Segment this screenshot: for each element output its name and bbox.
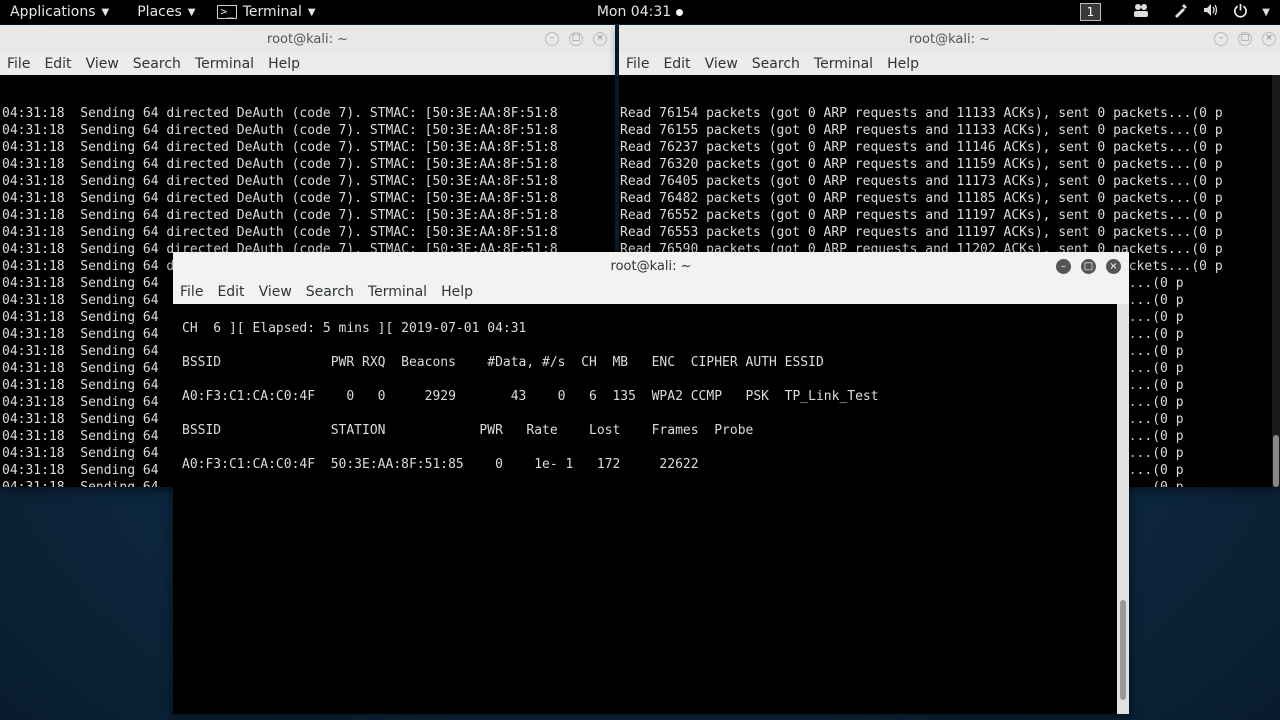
places-menu[interactable]: Places ▼ — [137, 0, 195, 24]
output-line: 04:31:18 Sending 64 directed DeAuth (cod… — [2, 157, 558, 172]
output-line: A0:F3:C1:CA:C0:4F 50:3E:AA:8F:51:85 0 1e… — [182, 457, 699, 472]
terminal-empty-area — [173, 484, 1115, 714]
chevron-down-icon: ▼ — [187, 6, 196, 18]
window-title: root@kali: ~ — [909, 31, 990, 47]
menu-help[interactable]: Help — [434, 284, 480, 300]
menu-file[interactable]: File — [0, 56, 37, 72]
scrollbar-thumb[interactable] — [1120, 600, 1126, 700]
menubar: File Edit View Search Terminal Help — [0, 53, 615, 75]
terminal-app-menu[interactable]: >_ Terminal ▼ — [217, 0, 316, 24]
menu-help[interactable]: Help — [880, 56, 926, 72]
output-line: 04:31:18 Sending 64 directed DeAuth (cod… — [2, 225, 558, 240]
close-icon[interactable]: × — [1262, 32, 1276, 46]
output-line: 04:31:18 Sending 64 directed DeAuth (cod… — [2, 208, 558, 223]
menu-terminal[interactable]: Terminal — [807, 56, 880, 72]
menu-view[interactable]: View — [252, 284, 299, 300]
output-line: BSSID PWR RXQ Beacons #Data, #/s CH MB E… — [182, 355, 824, 370]
close-icon[interactable]: × — [1106, 258, 1121, 274]
output-line: A0:F3:C1:CA:C0:4F 0 0 2929 43 0 6 135 WP… — [182, 389, 879, 404]
window-title: root@kali: ~ — [610, 258, 692, 274]
menubar: File Edit View Search Terminal Help — [173, 280, 1129, 304]
output-line: 04:31:18 Sending 64 directed DeAuth (cod… — [2, 174, 558, 189]
close-icon[interactable]: × — [593, 32, 607, 46]
chevron-down-icon: ▼ — [307, 6, 316, 18]
menu-terminal[interactable]: Terminal — [188, 56, 261, 72]
clock-label: Mon 04:31 — [596, 4, 672, 20]
titlebar[interactable]: root@kali: ~ – □ × — [619, 25, 1280, 53]
output-line: Read 76237 packets (got 0 ARP requests a… — [620, 140, 1223, 155]
clock[interactable]: Mon 04:31 — [596, 4, 684, 20]
menu-terminal[interactable]: Terminal — [361, 284, 434, 300]
output-line: CH 6 ][ Elapsed: 5 mins ][ 2019-07-01 04… — [182, 321, 527, 336]
scrollbar[interactable] — [1272, 75, 1280, 487]
volume-icon[interactable] — [1203, 3, 1219, 21]
menubar: File Edit View Search Terminal Help — [619, 53, 1280, 75]
output-line: Read 76482 packets (got 0 ARP requests a… — [620, 191, 1223, 206]
menu-file[interactable]: File — [619, 56, 656, 72]
applications-label: Applications — [10, 4, 96, 20]
menu-edit[interactable]: Edit — [210, 284, 251, 300]
scrollbar[interactable] — [1117, 304, 1129, 714]
titlebar[interactable]: root@kali: ~ – □ × — [173, 252, 1129, 280]
top-panel: Applications ▼ Places ▼ >_ Terminal ▼ Mo… — [0, 0, 1280, 24]
maximize-icon[interactable]: □ — [1081, 258, 1096, 274]
minimize-icon[interactable]: – — [1214, 32, 1228, 46]
titlebar[interactable]: root@kali: ~ – □ × — [0, 25, 615, 53]
menu-view[interactable]: View — [698, 56, 745, 72]
notification-dot-icon — [676, 8, 684, 16]
airodump-output: CH 6 ][ Elapsed: 5 mins ][ 2019-07-01 04… — [173, 304, 1115, 500]
applications-menu[interactable]: Applications ▼ — [10, 0, 109, 24]
scrollbar-thumb[interactable] — [1273, 435, 1279, 487]
output-line: 04:31:18 Sending 64 directed DeAuth (cod… — [2, 123, 558, 138]
chevron-down-icon[interactable]: ▼ — [1262, 7, 1270, 18]
output-line: Read 76552 packets (got 0 ARP requests a… — [620, 208, 1223, 223]
menu-edit[interactable]: Edit — [656, 56, 697, 72]
output-line: Read 76155 packets (got 0 ARP requests a… — [620, 123, 1223, 138]
minimize-icon[interactable]: – — [545, 32, 559, 46]
output-line: BSSID STATION PWR Rate Lost Frames Probe — [182, 423, 754, 438]
places-label: Places — [137, 4, 182, 20]
terminal-app-label: Terminal — [242, 4, 302, 20]
power-icon[interactable] — [1233, 3, 1248, 22]
menu-search[interactable]: Search — [126, 56, 188, 72]
menu-search[interactable]: Search — [745, 56, 807, 72]
system-tray: 1 ▼ — [1079, 0, 1270, 24]
output-line: 04:31:18 Sending 64 directed DeAuth (cod… — [2, 106, 558, 121]
menu-file[interactable]: File — [173, 284, 210, 300]
terminal-window-airodump[interactable]: root@kali: ~ – □ × File Edit View Search… — [173, 252, 1129, 714]
output-line: Read 76320 packets (got 0 ARP requests a… — [620, 157, 1223, 172]
terminal-output[interactable]: CH 6 ][ Elapsed: 5 mins ][ 2019-07-01 04… — [173, 304, 1129, 714]
terminal-icon: >_ — [217, 5, 237, 19]
dropper-icon[interactable] — [1173, 2, 1189, 22]
menu-view[interactable]: View — [79, 56, 126, 72]
maximize-icon[interactable]: □ — [1238, 32, 1252, 46]
chevron-down-icon: ▼ — [101, 6, 110, 18]
maximize-icon[interactable]: □ — [569, 32, 583, 46]
output-line: Read 76405 packets (got 0 ARP requests a… — [620, 174, 1223, 189]
menu-search[interactable]: Search — [299, 284, 361, 300]
workspace-indicator[interactable]: 1 — [1079, 3, 1102, 21]
menu-edit[interactable]: Edit — [37, 56, 78, 72]
output-line: 04:31:18 Sending 64 directed DeAuth (cod… — [2, 191, 558, 206]
output-line: 04:31:18 Sending 64 directed DeAuth (cod… — [2, 140, 558, 155]
menu-help[interactable]: Help — [261, 56, 307, 72]
output-line: Read 76154 packets (got 0 ARP requests a… — [620, 106, 1223, 121]
window-title: root@kali: ~ — [267, 31, 348, 47]
output-line: Read 76553 packets (got 0 ARP requests a… — [620, 225, 1223, 240]
minimize-icon[interactable]: – — [1056, 258, 1071, 274]
users-icon[interactable] — [1133, 3, 1149, 21]
